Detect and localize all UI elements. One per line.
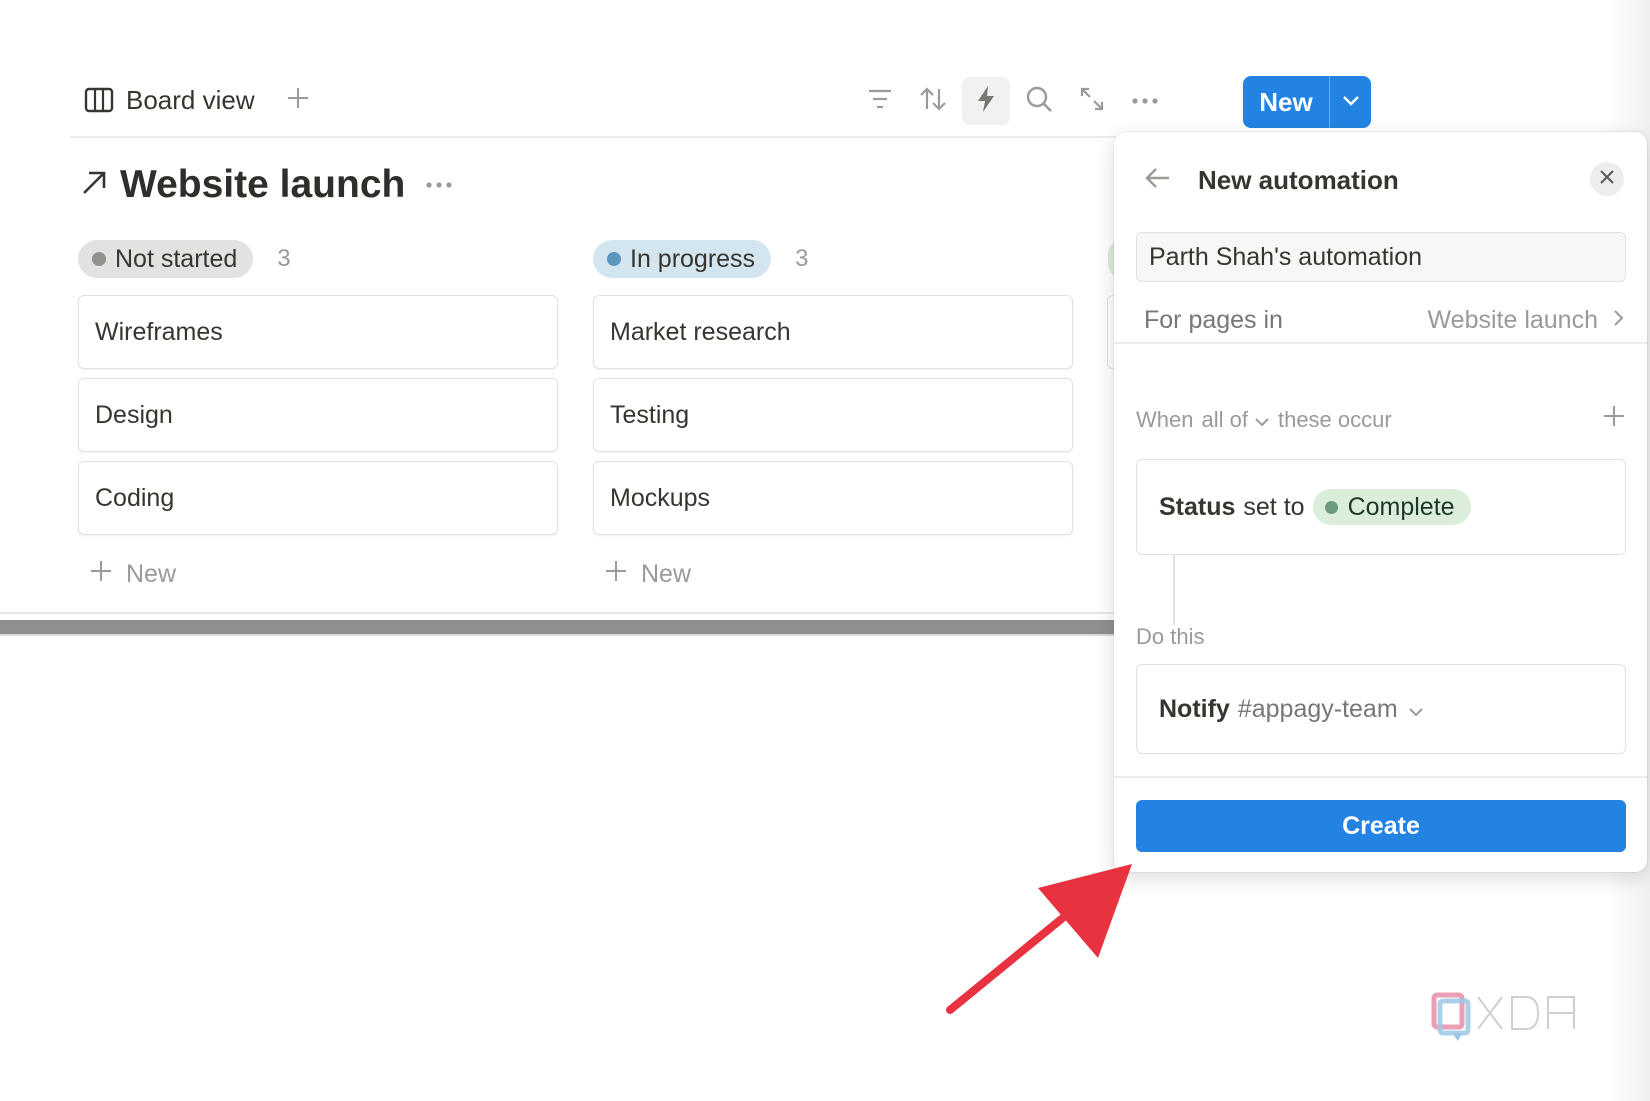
board-card[interactable]: Design [78, 378, 558, 452]
plus-icon [605, 560, 627, 589]
board-column-not-started: Not started 3 Wireframes Design Coding N… [78, 240, 558, 588]
create-automation-button[interactable]: Create [1136, 800, 1626, 852]
action-card[interactable]: Notify #appagy-team [1136, 664, 1626, 754]
close-panel-button[interactable] [1590, 162, 1624, 196]
board-card[interactable]: Market research [593, 295, 1073, 369]
board-title[interactable]: Website launch [120, 163, 405, 207]
panel-divider [1114, 776, 1647, 778]
panel-divider [1114, 342, 1647, 344]
for-pages-value: Website launch [1427, 305, 1598, 334]
status-pill-in-progress[interactable]: In progress [593, 240, 772, 278]
board-title-row: Website launch [80, 160, 453, 210]
board-title-more-icon[interactable] [425, 176, 453, 194]
trigger-card[interactable]: Status set to Complete [1136, 459, 1626, 555]
chevron-down-icon [1254, 407, 1270, 433]
sort-icon [919, 86, 947, 117]
linked-database-arrow-icon[interactable] [80, 169, 108, 202]
panel-title: New automation [1198, 164, 1399, 195]
board-view-icon [84, 87, 114, 113]
column-header: Not started 3 [78, 240, 558, 278]
close-icon [1599, 169, 1615, 190]
when-prefix: When [1136, 407, 1194, 432]
page-divider-bar [0, 620, 1115, 634]
column-header: In progress 3 [593, 240, 1073, 278]
automations-button[interactable] [962, 77, 1010, 125]
new-button[interactable]: New [1243, 76, 1329, 128]
condition-mode-select[interactable]: all of [1201, 407, 1269, 433]
status-pill-complete[interactable]: Complete [1312, 489, 1471, 525]
chevron-right-icon [1612, 306, 1624, 335]
more-options-button[interactable] [1121, 77, 1169, 125]
sort-button[interactable] [909, 77, 957, 125]
trigger-condition-row: When all of these occur [1136, 400, 1626, 440]
add-card-button[interactable]: New [90, 556, 176, 592]
board-card[interactable]: Mockups [593, 461, 1073, 535]
add-card-button[interactable]: New [605, 556, 691, 592]
status-dot [607, 252, 621, 266]
status-pill-not-started[interactable]: Not started [78, 240, 254, 278]
trigger-value: Complete [1347, 492, 1455, 521]
add-card-label: New [126, 559, 177, 588]
for-pages-row[interactable]: For pages in Website launch [1144, 300, 1624, 340]
new-automation-panel: New automation For pages in Website laun… [1114, 132, 1647, 872]
expand-button[interactable] [1068, 77, 1116, 125]
new-dropdown-button[interactable] [1330, 76, 1371, 128]
more-icon [1131, 92, 1159, 110]
add-trigger-button[interactable] [1602, 404, 1626, 434]
action-verb: Notify [1159, 694, 1230, 723]
status-label: Not started [115, 244, 238, 273]
action-channel: #appagy-team [1237, 694, 1398, 723]
chevron-down-icon[interactable] [1408, 695, 1424, 724]
status-dot [92, 252, 106, 266]
board-card[interactable]: Coding [78, 461, 558, 535]
filter-icon [867, 88, 893, 115]
column-count: 3 [277, 245, 291, 272]
chevron-down-icon [1342, 93, 1360, 111]
search-button[interactable] [1015, 77, 1063, 125]
filter-button[interactable] [856, 77, 904, 125]
add-view-button[interactable] [280, 82, 316, 118]
automation-lightning-icon [975, 85, 997, 118]
status-label: In progress [630, 244, 756, 273]
do-this-label: Do this [1136, 624, 1205, 649]
trigger-operator: set to [1243, 492, 1305, 521]
board-card[interactable]: Testing [593, 378, 1073, 452]
board-view-tab[interactable]: Board view [84, 82, 255, 118]
panel-header: New automation [1144, 158, 1624, 202]
for-pages-value-wrap: Website launch [1428, 306, 1624, 335]
expand-icon [1079, 86, 1105, 117]
plus-icon [90, 560, 112, 589]
page-divider [0, 612, 1115, 614]
back-arrow-icon[interactable] [1144, 166, 1172, 195]
page-divider-shadow [0, 634, 1115, 636]
plus-icon [286, 86, 310, 115]
add-card-label: New [641, 559, 692, 588]
xda-logo-icon [1431, 992, 1577, 1041]
board-column-in-progress: In progress 3 Market research Testing Mo… [593, 240, 1073, 588]
board-view-label: Board view [126, 84, 255, 115]
for-pages-label: For pages in [1144, 305, 1283, 334]
annotation-arrow-icon [946, 864, 1132, 1014]
board-card[interactable]: Wireframes [78, 295, 558, 369]
database-toolbar: Board view New [70, 72, 1371, 132]
flow-connector-line [1173, 555, 1175, 625]
when-suffix: these occur [1277, 407, 1392, 432]
new-button-group: New [1243, 76, 1371, 128]
automation-name-input[interactable] [1136, 232, 1626, 282]
condition-mode-value: all of [1201, 407, 1248, 432]
column-count: 3 [795, 245, 809, 272]
status-dot [1324, 500, 1338, 514]
trigger-property: Status [1159, 492, 1236, 521]
search-icon [1025, 85, 1053, 118]
